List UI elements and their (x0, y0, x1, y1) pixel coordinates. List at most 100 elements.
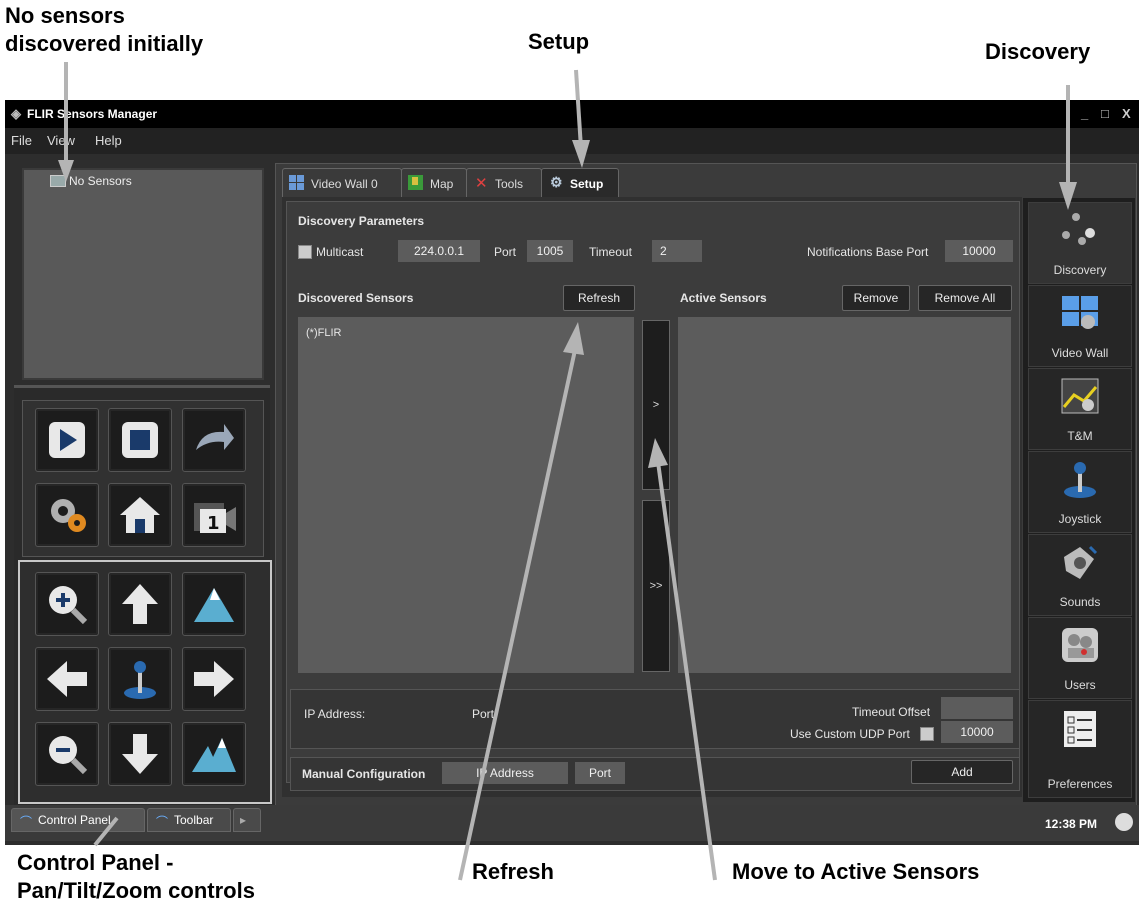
manual-ip-field[interactable]: IP Address (442, 762, 568, 784)
tab-setup[interactable]: ⚙ Setup (541, 168, 619, 198)
bottom-tab-toolbar[interactable]: ⌒ Toolbar (147, 808, 231, 832)
menu-view[interactable]: View (47, 133, 75, 148)
arrow-up-icon (122, 584, 158, 624)
custom-udp-checkbox[interactable] (920, 727, 934, 741)
map-tab-icon (408, 175, 423, 190)
focus-near-button[interactable] (182, 722, 246, 786)
camera-preset-button[interactable]: 1 (182, 483, 246, 547)
arrow-right-icon (194, 661, 234, 697)
refresh-button[interactable]: Refresh (563, 285, 635, 311)
title-bar: ◈ FLIR Sensors Manager _ □ X (5, 100, 1139, 128)
clock: 12:38 PM (1045, 817, 1098, 831)
custom-udp-label: Use Custom UDP Port (790, 727, 910, 741)
close-button[interactable]: X (1122, 106, 1131, 121)
timeout-label: Timeout (589, 245, 632, 259)
sensor-details-section (290, 689, 1020, 749)
sidebar-users[interactable]: Users (1028, 617, 1132, 699)
zoom-out-button[interactable] (35, 722, 99, 786)
play-button[interactable] (35, 408, 99, 472)
tab-tools[interactable]: ✕ Tools (466, 168, 542, 198)
svg-text:1: 1 (207, 513, 220, 534)
ip-address-label: IP Address: (304, 707, 366, 721)
discovery-params-heading: Discovery Parameters (298, 214, 425, 228)
sidebar-tm[interactable]: T&M (1028, 368, 1132, 450)
remove-all-button[interactable]: Remove All (918, 285, 1012, 311)
sidebar-video-wall[interactable]: Video Wall (1028, 285, 1132, 367)
notifications-port-field[interactable]: 10000 (945, 240, 1013, 262)
stop-icon (122, 422, 158, 458)
sensor-icon (50, 175, 66, 187)
add-button[interactable]: Add (911, 760, 1013, 784)
discovery-icon (1062, 213, 1095, 245)
focus-far-button[interactable] (182, 572, 246, 636)
window-title: FLIR Sensors Manager (27, 107, 158, 121)
settings-button[interactable] (35, 483, 99, 547)
menu-file[interactable]: File (11, 133, 32, 148)
home-button[interactable] (108, 483, 172, 547)
status-indicator-icon (1115, 813, 1133, 831)
remove-button[interactable]: Remove (842, 285, 910, 311)
callout-no-sensors: No sensors discovered initially (5, 3, 204, 56)
timeout-field[interactable]: 2 (652, 240, 702, 262)
custom-udp-port-field[interactable]: 10000 (941, 721, 1013, 743)
gears-icon (51, 499, 86, 532)
multicast-label: Multicast (316, 245, 364, 259)
checklist-icon (1064, 711, 1096, 747)
tab-video-wall[interactable]: Video Wall 0 (282, 168, 402, 198)
bottom-tab-overflow[interactable]: ▸ (233, 808, 261, 832)
callout-refresh: Refresh (472, 859, 554, 884)
speaker-icon (1064, 545, 1098, 579)
zoom-in-button[interactable] (35, 572, 99, 636)
joystick-icon (1064, 462, 1096, 498)
discovered-sensors-heading: Discovered Sensors (298, 291, 414, 305)
setup-tab-gear-icon: ⚙ (550, 174, 563, 190)
arrow-left-icon (47, 661, 87, 697)
notifications-port-label: Notifications Base Port (807, 245, 929, 259)
port-label: Port (494, 245, 517, 259)
sidebar-joystick[interactable]: Joystick (1028, 451, 1132, 533)
tools-tab-icon: ✕ (475, 175, 488, 192)
timeout-offset-field[interactable] (941, 697, 1013, 719)
sidebar-preferences[interactable]: Preferences (1028, 700, 1132, 798)
discovered-sensors-list[interactable]: (*)FLIR (298, 317, 634, 673)
redo-button[interactable] (182, 408, 246, 472)
sidebar-sounds[interactable]: Sounds (1028, 534, 1132, 616)
move-to-active-button[interactable]: > (642, 320, 670, 490)
tab-map[interactable]: Map (401, 168, 467, 198)
joystick-icon (124, 661, 156, 699)
more-tabs-icon: ▸ (240, 813, 247, 827)
tm-icon (1061, 378, 1099, 414)
active-sensors-heading: Active Sensors (680, 291, 767, 305)
list-item[interactable]: (*)FLIR (306, 327, 341, 339)
camera-one-icon: 1 (194, 503, 236, 534)
menu-help[interactable]: Help (95, 133, 122, 148)
video-wall-icon (1062, 296, 1098, 329)
port-field[interactable]: 1005 (527, 240, 573, 262)
active-sensors-list[interactable] (678, 317, 1011, 673)
move-all-to-active-button[interactable]: >> (642, 500, 670, 672)
video-wall-tab-icon (289, 175, 304, 190)
home-icon (120, 497, 160, 533)
sidebar-discovery[interactable]: Discovery (1028, 202, 1132, 284)
minimize-button[interactable]: _ (1081, 106, 1088, 121)
zoom-in-icon (49, 586, 88, 625)
app-window: ◈ FLIR Sensors Manager _ □ X File View H… (5, 100, 1139, 845)
sensor-tree[interactable]: No Sensors (22, 168, 264, 380)
maximize-button[interactable]: □ (1101, 106, 1109, 121)
setup-content: Discovery Parameters Multicast 224.0.0.1… (282, 197, 1022, 797)
manual-port-field[interactable]: Port (575, 762, 625, 784)
tilt-down-button[interactable] (108, 722, 172, 786)
joystick-button[interactable] (108, 647, 172, 711)
tilt-up-button[interactable] (108, 572, 172, 636)
pan-right-button[interactable] (182, 647, 246, 711)
stop-button[interactable] (108, 408, 172, 472)
toolbar-small-icon: ⌒ (156, 815, 169, 829)
timeout-offset-label: Timeout Offset (852, 705, 931, 719)
joystick-small-icon: ⌒ (20, 815, 33, 829)
menu-bar: File View Help (5, 128, 1139, 154)
multicast-checkbox[interactable] (298, 245, 312, 259)
tree-item-no-sensors[interactable]: No Sensors (69, 174, 132, 188)
bottom-tab-control-panel[interactable]: ⌒ Control Panel (11, 808, 145, 832)
pan-left-button[interactable] (35, 647, 99, 711)
multicast-address-field[interactable]: 224.0.0.1 (398, 240, 480, 262)
